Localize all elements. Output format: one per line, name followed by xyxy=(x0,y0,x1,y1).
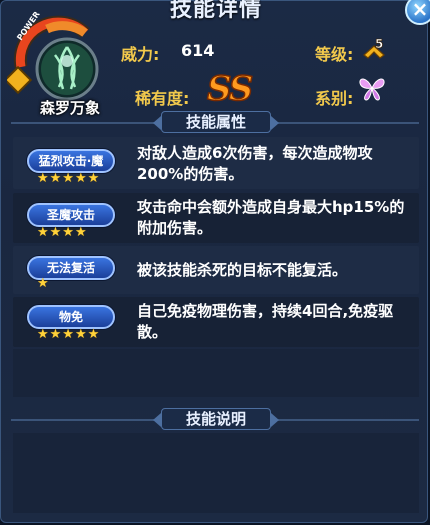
attribute-description: 攻击命中会额外造成自身最大hp15%的附加伤害。 xyxy=(137,198,405,237)
skill-detail-panel: 技能详情 × POWER 森罗万象 威力: 614 等级: 5 稀有度: SS … xyxy=(0,0,430,523)
description-area xyxy=(13,433,419,513)
attribute-tag[interactable]: 物免 xyxy=(27,305,115,329)
attribute-row: 圣魔攻击 ★★★★ 攻击命中会额外造成自身最大hp15%的附加伤害。 xyxy=(13,193,419,243)
attribute-tag[interactable]: 圣魔攻击 xyxy=(27,203,115,227)
level-value: 5 xyxy=(375,37,383,51)
attribute-description: 对敌人造成6次伤害，每次造成物攻200%的伤害。 xyxy=(137,144,373,183)
close-icon: × xyxy=(411,0,429,21)
skill-emblem-icon: POWER xyxy=(7,11,99,101)
power-value: 614 xyxy=(181,41,215,60)
star-rating: ★★★★ xyxy=(37,225,88,240)
attribute-tag[interactable]: 猛烈攻击·魔 xyxy=(27,149,115,173)
description-section-title: 技能说明 xyxy=(153,408,279,430)
attributes-empty-area xyxy=(13,349,419,397)
series-label: 系别: xyxy=(315,89,354,108)
level-label: 等级: xyxy=(315,45,354,64)
butterfly-icon xyxy=(359,78,385,101)
chevron-up-icon: 5 xyxy=(363,37,385,59)
star-rating: ★★★★★ xyxy=(37,171,101,186)
attribute-row: 物免 ★★★★★ 自己免疫物理伤害，持续4回合,免疫驱散。 xyxy=(13,297,419,347)
power-label: 威力: xyxy=(121,45,160,64)
window-title: 技能详情 xyxy=(169,0,262,22)
skill-name: 森罗万象 xyxy=(39,99,100,117)
rarity-value: SS xyxy=(206,68,254,110)
rarity-label: 稀有度: xyxy=(135,89,190,108)
star-rating: ★ xyxy=(37,276,50,291)
attributes-section-title: 技能属性 xyxy=(153,111,279,133)
attribute-row: 无法复活 ★ 被该技能杀死的目标不能复活。 xyxy=(13,246,419,294)
attribute-row: 猛烈攻击·魔 ★★★★★ 对敌人造成6次伤害，每次造成物攻200%的伤害。 xyxy=(13,137,419,189)
attribute-description: 自己免疫物理伤害，持续4回合,免疫驱散。 xyxy=(137,302,394,341)
attribute-description: 被该技能杀死的目标不能复活。 xyxy=(137,261,348,279)
close-button[interactable]: × xyxy=(405,0,430,25)
star-rating: ★★★★★ xyxy=(37,327,101,342)
